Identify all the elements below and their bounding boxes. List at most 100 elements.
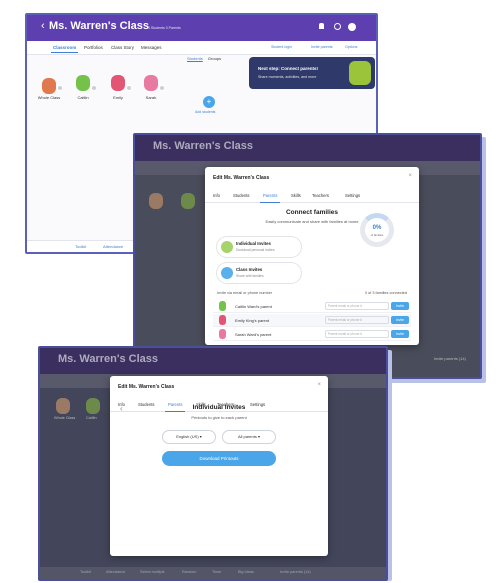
modal-tabs: Info Students Parents Skills Teachers Se… xyxy=(205,189,419,203)
invite-parents-button[interactable]: Invite parents (14) xyxy=(280,570,311,574)
add-students-label: Add students xyxy=(195,110,216,114)
timer-button[interactable]: Timer xyxy=(212,570,222,574)
student-name: Caitlin xyxy=(77,95,89,100)
invite-label: Invite via email or phone number xyxy=(217,291,273,295)
tab-students[interactable]: Students xyxy=(233,193,250,198)
attendance-button[interactable]: Attendance xyxy=(106,570,125,574)
tutorial-collage: ‹ Ms. Warren's Class 4 Students 0 Parent… xyxy=(0,0,497,583)
whole-class-avatar[interactable] xyxy=(42,78,56,94)
big-ideas-button[interactable]: Big Ideas xyxy=(238,570,254,574)
class-invites-card[interactable]: Class Invites Share with families xyxy=(217,263,301,283)
whole-class-avatar xyxy=(56,398,70,414)
toolkit-button[interactable]: Toolkit xyxy=(80,570,91,574)
parent-name: Caitlin Ward's parent xyxy=(235,304,272,309)
tab-teachers[interactable]: Teachers xyxy=(312,193,329,198)
individual-invites-card[interactable]: Individual Invites Download personal inv… xyxy=(217,237,301,257)
language-select[interactable]: English (US) ▾ xyxy=(162,430,216,444)
parent-contact-input[interactable]: Parent email or phone # xyxy=(325,330,389,338)
invite-parents-count[interactable]: Invite parents (14) xyxy=(434,356,466,361)
attendance-button[interactable]: Attendance xyxy=(103,244,123,249)
student-avatar-icon xyxy=(219,301,226,311)
chevron-down-icon: ▾ xyxy=(199,434,202,439)
families-connected-ring: 0% of families xyxy=(360,213,394,247)
points-badge xyxy=(126,85,132,91)
connect-parents-popover[interactable]: Next step: Connect parents! Share moment… xyxy=(249,57,375,89)
tab-students[interactable]: Students xyxy=(187,56,203,61)
popover-title: Next step: Connect parents! xyxy=(258,66,319,71)
add-students-button[interactable]: + xyxy=(203,96,215,108)
chevron-left-icon[interactable]: ‹ xyxy=(41,20,45,32)
student-login-link[interactable]: Student login xyxy=(271,45,292,49)
connected-count: 0 of 3 families connected xyxy=(364,291,407,295)
points-badge xyxy=(159,85,165,91)
modal-title: Edit Ms. Warren's Class xyxy=(213,175,270,181)
edit-class-modal: Edit Ms. Warren's Class × Info Students … xyxy=(110,376,328,556)
invite-button[interactable]: Invite xyxy=(391,316,409,324)
connect-families-screen: Ms. Warren's Class Invite parents (14) E… xyxy=(133,133,482,379)
parent-name: Sarah Ward's parent xyxy=(235,332,272,337)
class-header: Ms. Warren's Class xyxy=(40,348,386,374)
select-multiple-button[interactable]: Select multiple xyxy=(140,570,165,574)
class-header: ‹ Ms. Warren's Class 4 Students 0 Parent… xyxy=(27,15,376,41)
card-title: Individual Invites xyxy=(236,241,271,246)
random-button[interactable]: Random xyxy=(182,570,196,574)
close-icon[interactable]: × xyxy=(408,173,412,179)
close-icon[interactable]: × xyxy=(317,382,321,388)
student-avatar-icon xyxy=(219,329,226,339)
points-badge xyxy=(57,85,63,91)
card-desc: Share with families xyxy=(236,274,264,278)
popover-desc: Share moments, activities, and more xyxy=(258,75,317,79)
individual-invites-screen: Ms. Warren's Class Whole Class Caitlin E… xyxy=(38,346,388,581)
tab-messages[interactable]: Messages xyxy=(141,45,162,50)
emily-avatar[interactable] xyxy=(111,75,125,91)
avatar[interactable] xyxy=(348,23,356,31)
points-badge xyxy=(91,85,97,91)
class-title: Ms. Warren's Class xyxy=(49,20,150,32)
class-toolbar: Toolkit Attendance Select multiple Rando… xyxy=(40,567,386,579)
percent-label: of families xyxy=(370,233,384,237)
student-name: Emily xyxy=(113,95,123,100)
parent-contact-input[interactable]: Parent email or phone # xyxy=(325,316,389,324)
section-heading: Individual Invites xyxy=(192,404,246,411)
sarah-avatar[interactable] xyxy=(144,75,158,91)
caitlin-avatar[interactable] xyxy=(76,75,90,91)
options-link[interactable]: Options xyxy=(345,45,357,49)
class-nav: Classroom Portfolios Class Story Message… xyxy=(27,41,376,55)
card-title: Class Invites xyxy=(236,267,263,272)
tab-portfolios[interactable]: Portfolios xyxy=(84,45,103,50)
class-header: Ms. Warren's Class xyxy=(135,135,480,161)
tab-parents[interactable]: Parents xyxy=(259,193,281,203)
toolkit-button[interactable]: Toolkit xyxy=(75,244,86,249)
printer-icon xyxy=(221,241,233,253)
parent-row: Emily King's parent Parent email or phon… xyxy=(213,314,411,327)
invite-button[interactable]: Invite xyxy=(391,302,409,310)
section-subheading: Printouts to give to each parent xyxy=(191,415,247,420)
percent-value: 0% xyxy=(372,225,382,231)
invite-button[interactable]: Invite xyxy=(391,330,409,338)
tab-skills[interactable]: Skills xyxy=(291,193,301,198)
help-icon[interactable] xyxy=(334,23,341,30)
class-title: Ms. Warren's Class xyxy=(58,353,159,365)
parent-row: Sarah Ward's parent Parent email or phon… xyxy=(213,328,411,341)
student-name: Caitlin xyxy=(86,416,97,420)
student-avatar-icon xyxy=(219,315,226,325)
chevron-down-icon: ▾ xyxy=(258,434,261,439)
whole-class-avatar xyxy=(149,193,163,209)
parent-contact-input[interactable]: Parent email or phone # xyxy=(325,302,389,310)
tab-groups[interactable]: Groups xyxy=(208,56,221,61)
invite-parents-link[interactable]: Invite parents xyxy=(311,45,333,49)
parent-row: Caitlin Ward's parent Parent email or ph… xyxy=(213,300,411,313)
tab-settings[interactable]: Settings xyxy=(345,193,360,198)
tab-classroom[interactable]: Classroom xyxy=(50,45,79,53)
edit-class-modal: Edit Ms. Warren's Class × Info Students … xyxy=(205,167,419,345)
audience-value: All parents xyxy=(237,434,257,439)
download-printouts-button[interactable]: Download Printouts xyxy=(162,451,276,466)
student-name: Sarah xyxy=(145,95,157,100)
audience-select[interactable]: All parents ▾ xyxy=(222,430,276,444)
card-desc: Download personal invites xyxy=(236,248,275,252)
parent-name: Emily King's parent xyxy=(235,318,270,323)
bell-icon[interactable] xyxy=(319,23,324,29)
tab-info[interactable]: Info xyxy=(213,193,220,198)
share-icon xyxy=(221,267,233,279)
tab-class-story[interactable]: Class Story xyxy=(111,45,134,50)
